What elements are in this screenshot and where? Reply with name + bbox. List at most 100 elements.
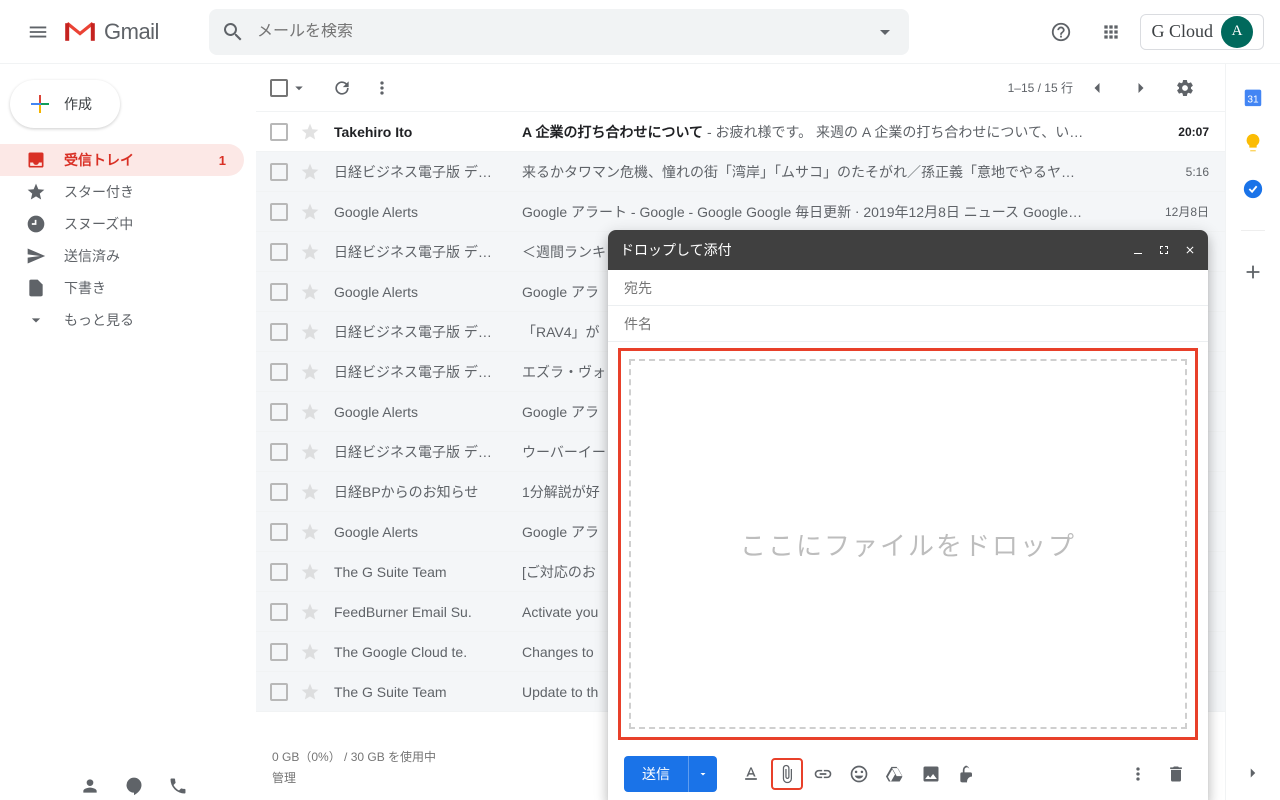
star-icon[interactable] xyxy=(300,362,320,382)
compose-button[interactable]: 作成 xyxy=(10,80,120,128)
email-row[interactable]: 日経ビジネス電子版 デ…来るかタワマン危機、憧れの街「湾岸」「ムサコ」のたそがれ… xyxy=(256,152,1225,192)
file-icon xyxy=(26,278,46,298)
drive-button[interactable] xyxy=(879,758,911,790)
star-icon[interactable] xyxy=(300,322,320,342)
row-time: 12月8日 xyxy=(1145,203,1209,220)
row-checkbox[interactable] xyxy=(270,203,288,221)
row-checkbox[interactable] xyxy=(270,443,288,461)
link-button[interactable] xyxy=(807,758,839,790)
star-icon xyxy=(26,182,46,202)
person-icon[interactable] xyxy=(80,776,100,796)
email-row[interactable]: Takehiro ItoA 企業の打ち合わせについて - お疲れ様です。 来週の… xyxy=(256,112,1225,152)
keep-icon[interactable] xyxy=(1242,132,1264,154)
emoji-button[interactable] xyxy=(843,758,875,790)
refresh-button[interactable] xyxy=(322,68,362,108)
tasks-icon[interactable] xyxy=(1242,178,1264,200)
star-icon[interactable] xyxy=(300,682,320,702)
gcloud-widget[interactable]: G Cloud A xyxy=(1140,14,1264,50)
compose-more-button[interactable] xyxy=(1122,758,1154,790)
row-sender: 日経ビジネス電子版 デ… xyxy=(334,442,522,462)
row-sender: The G Suite Team xyxy=(334,684,522,700)
star-icon[interactable] xyxy=(300,602,320,622)
row-checkbox[interactable] xyxy=(270,483,288,501)
search-input[interactable] xyxy=(257,23,873,41)
sidebar-item-sent[interactable]: 送信済み xyxy=(0,240,244,272)
compose-to-field[interactable]: 宛先 xyxy=(608,270,1208,306)
row-checkbox[interactable] xyxy=(270,243,288,261)
star-icon[interactable] xyxy=(300,402,320,422)
star-icon[interactable] xyxy=(300,562,320,582)
row-sender: 日経ビジネス電子版 デ… xyxy=(334,242,522,262)
confidential-button[interactable] xyxy=(951,758,983,790)
send-options-icon[interactable] xyxy=(688,756,717,792)
sidebar-item-inbox[interactable]: 受信トレイ 1 xyxy=(0,144,244,176)
sidebar-item-starred[interactable]: スター付き xyxy=(0,176,244,208)
star-icon[interactable] xyxy=(300,282,320,302)
row-checkbox[interactable] xyxy=(270,603,288,621)
prev-page-button[interactable] xyxy=(1077,68,1117,108)
main-menu-button[interactable] xyxy=(16,10,60,54)
select-dropdown-icon[interactable] xyxy=(290,79,308,97)
collapse-panel-icon[interactable] xyxy=(1244,764,1262,782)
row-sender: Google Alerts xyxy=(334,524,522,540)
apps-button[interactable] xyxy=(1090,11,1132,53)
row-checkbox[interactable] xyxy=(270,123,288,141)
addons-panel: 31 xyxy=(1226,64,1280,800)
gcloud-label: G Cloud xyxy=(1151,21,1213,42)
attach-button[interactable] xyxy=(771,758,803,790)
discard-button[interactable] xyxy=(1160,758,1192,790)
row-checkbox[interactable] xyxy=(270,323,288,341)
row-checkbox[interactable] xyxy=(270,403,288,421)
compose-title: ドロップして添付 xyxy=(620,240,732,260)
star-icon[interactable] xyxy=(300,122,320,142)
next-page-button[interactable] xyxy=(1121,68,1161,108)
support-button[interactable] xyxy=(1040,11,1082,53)
row-time: 20:07 xyxy=(1145,125,1209,139)
fullscreen-icon[interactable] xyxy=(1158,244,1170,256)
select-all-checkbox[interactable] xyxy=(270,79,288,97)
row-checkbox[interactable] xyxy=(270,683,288,701)
star-icon[interactable] xyxy=(300,482,320,502)
star-icon[interactable] xyxy=(300,202,320,222)
search-bar[interactable] xyxy=(209,9,909,55)
row-checkbox[interactable] xyxy=(270,283,288,301)
row-checkbox[interactable] xyxy=(270,363,288,381)
star-icon[interactable] xyxy=(300,642,320,662)
email-row[interactable]: Google AlertsGoogle アラート - Google - Goog… xyxy=(256,192,1225,232)
sidebar-item-snoozed[interactable]: スヌーズ中 xyxy=(0,208,244,240)
pagination-range: 1–15 / 15 行 xyxy=(1008,79,1073,96)
sidebar-item-more[interactable]: もっと見る xyxy=(0,304,244,336)
image-button[interactable] xyxy=(915,758,947,790)
gmail-logo[interactable]: Gmail xyxy=(64,19,159,45)
row-sender: 日経ビジネス電子版 デ… xyxy=(334,162,522,182)
formatting-button[interactable] xyxy=(735,758,767,790)
drop-zone[interactable]: ここにファイルをドロップ xyxy=(629,359,1187,729)
row-checkbox[interactable] xyxy=(270,163,288,181)
sidebar-item-drafts[interactable]: 下書き xyxy=(0,272,244,304)
star-icon[interactable] xyxy=(300,242,320,262)
settings-button[interactable] xyxy=(1165,68,1205,108)
text-format-icon xyxy=(741,764,761,784)
inbox-icon xyxy=(26,150,46,170)
more-button[interactable] xyxy=(362,68,402,108)
compose-body[interactable]: ここにファイルをドロップ xyxy=(618,348,1198,740)
hangouts-icon[interactable] xyxy=(124,776,144,796)
compose-header[interactable]: ドロップして添付 xyxy=(608,230,1208,270)
apps-icon xyxy=(1101,22,1121,42)
close-icon[interactable] xyxy=(1184,244,1196,256)
compose-subject-field[interactable]: 件名 xyxy=(608,306,1208,342)
star-icon[interactable] xyxy=(300,522,320,542)
row-checkbox[interactable] xyxy=(270,643,288,661)
calendar-icon[interactable]: 31 xyxy=(1242,86,1264,108)
row-checkbox[interactable] xyxy=(270,563,288,581)
search-options-icon[interactable] xyxy=(873,20,897,44)
avatar[interactable]: A xyxy=(1221,16,1253,48)
minimize-icon[interactable] xyxy=(1132,244,1144,256)
star-icon[interactable] xyxy=(300,162,320,182)
sidebar-item-label: スヌーズ中 xyxy=(64,214,133,234)
star-icon[interactable] xyxy=(300,442,320,462)
send-button[interactable]: 送信 xyxy=(624,756,717,792)
add-addon-icon[interactable] xyxy=(1242,261,1264,283)
phone-icon[interactable] xyxy=(168,776,188,796)
row-checkbox[interactable] xyxy=(270,523,288,541)
